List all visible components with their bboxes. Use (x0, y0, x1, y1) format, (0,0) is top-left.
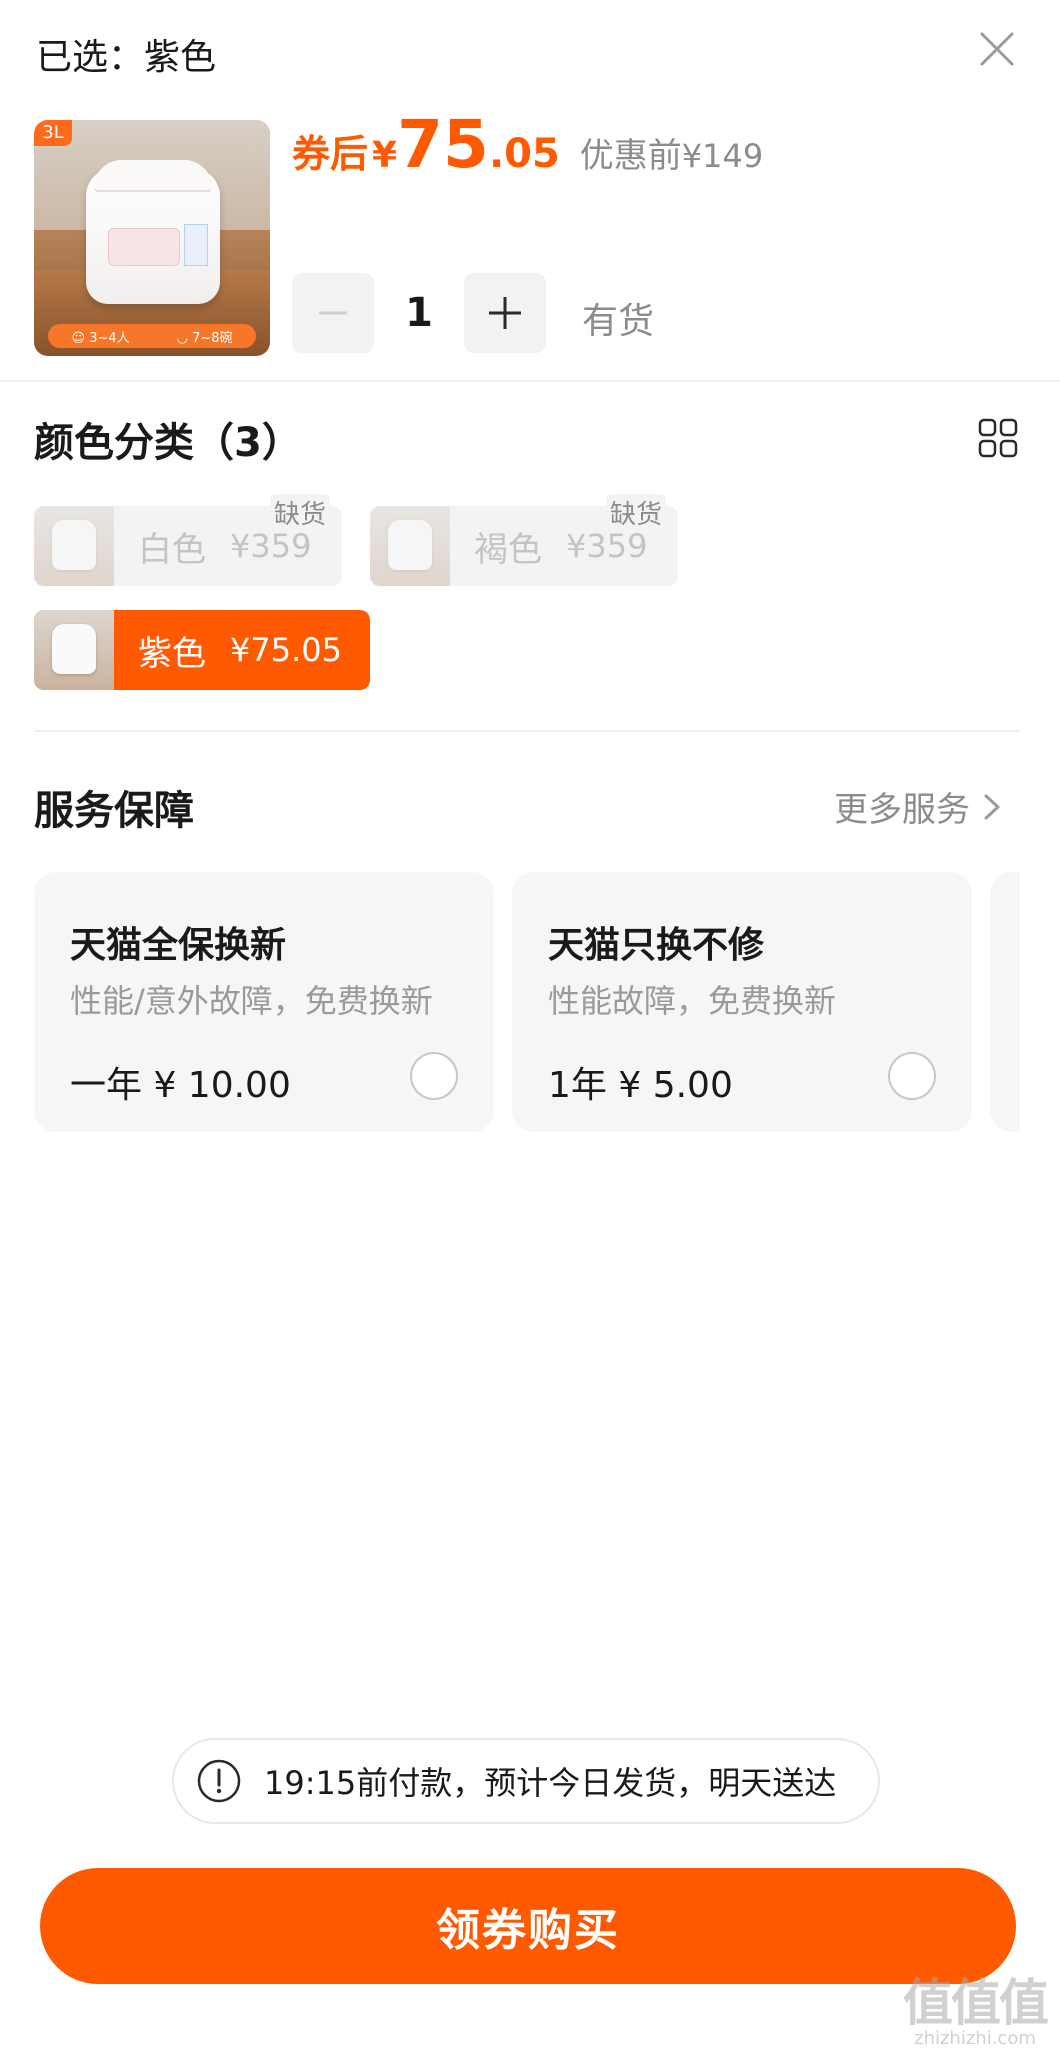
quantity-increase-button[interactable] (464, 273, 546, 353)
product-image[interactable]: 3L ☺ 3~4人 ◡ 7~8碗 (34, 120, 270, 356)
more-services-label: 更多服务 (834, 790, 970, 830)
color-option-purple[interactable]: 紫色 ¥75.05 (34, 610, 370, 690)
person-icon: ☺ (71, 330, 86, 346)
quantity-value[interactable]: 1 (378, 290, 460, 336)
grid-view-toggle[interactable] (978, 418, 1018, 458)
chevron-right-icon (984, 794, 1000, 819)
color-section-title: 颜色分类（3） (34, 420, 302, 466)
service-card-partial[interactable] (990, 872, 1020, 1132)
price-currency: ¥ (372, 135, 398, 176)
option-name: 紫色 (138, 633, 206, 674)
plus-icon (489, 297, 521, 329)
site-watermark: 值值值 zhizhizhi.com (900, 1978, 1050, 2050)
service-card-desc: 性能故障，免费换新 (548, 982, 837, 1020)
rice-cooker-thumb (388, 520, 432, 570)
service-select-radio[interactable] (888, 1052, 936, 1100)
option-thumbnail (34, 610, 114, 690)
section-divider (0, 380, 1060, 382)
rice-cooker-thumb (52, 520, 96, 570)
rice-cooker-thumb (52, 624, 96, 674)
stock-status: 有货 (582, 301, 655, 342)
close-button[interactable] (974, 26, 1020, 72)
minus-icon (319, 311, 347, 315)
option-price: ¥359 (566, 527, 648, 565)
service-card-desc: 性能/意外故障，免费换新 (70, 982, 433, 1020)
selected-variant-text: 已选：紫色 (36, 37, 217, 78)
watermark-url: zhizhizhi.com (914, 2028, 1036, 2049)
rice-cooker-sticker (184, 224, 208, 266)
price-label: 券后 (292, 132, 369, 176)
option-name: 褐色 (474, 529, 542, 570)
bowl-icon: ◡ (176, 330, 188, 346)
section-divider (34, 730, 1020, 732)
service-card-price: 一年 ¥ 10.00 (70, 1065, 291, 1106)
option-price: ¥75.05 (230, 631, 342, 669)
option-thumbnail (370, 506, 450, 586)
close-icon[interactable] (974, 26, 1020, 72)
quantity-decrease-button[interactable] (292, 273, 374, 353)
watermark-logo: 值值值 (903, 1974, 1049, 2032)
info-icon (197, 1759, 241, 1803)
capacity-tag: 3L (34, 120, 72, 146)
people-count: ☺ 3~4人 (71, 330, 130, 346)
rice-cooker-lid-top (94, 160, 212, 192)
option-thumbnail (34, 506, 114, 586)
delivery-notice-text: 19:15前付款，预计今日发货，明天送达 (264, 1764, 837, 1802)
original-price-label: 优惠前 (579, 136, 682, 176)
original-price: ¥149 (681, 137, 764, 175)
option-price: ¥359 (230, 527, 312, 565)
more-services-link[interactable]: 更多服务 (834, 782, 1006, 831)
service-card-title: 天猫只换不修 (548, 925, 765, 966)
service-select-radio[interactable] (410, 1052, 458, 1100)
bowl-count: ◡ 7~8碗 (176, 330, 233, 346)
rice-cooker-panel (108, 228, 180, 266)
out-of-stock-badge: 缺货 (270, 494, 331, 531)
claim-coupon-buy-button[interactable]: 领券购买 (40, 1868, 1016, 1984)
service-section-title: 服务保障 (34, 788, 194, 834)
delivery-notice: 19:15前付款，预计今日发货，明天送达 (172, 1738, 880, 1824)
price-integer: 75 (397, 106, 489, 183)
price-block: 券后 ¥ 75 .05 优惠前 ¥149 (292, 112, 763, 178)
service-card-replace-only[interactable]: 天猫只换不修 性能故障，免费换新 1年 ¥ 5.00 (512, 872, 972, 1132)
out-of-stock-badge: 缺货 (606, 494, 667, 531)
grid-icon[interactable] (978, 418, 1018, 458)
price-decimal: .05 (488, 131, 560, 177)
service-card-price: 1年 ¥ 5.00 (548, 1065, 733, 1106)
service-card-full-protection[interactable]: 天猫全保换新 性能/意外故障，免费换新 一年 ¥ 10.00 (34, 872, 494, 1132)
service-card-title: 天猫全保换新 (70, 925, 287, 966)
option-name: 白色 (138, 529, 206, 570)
image-info-bar: ☺ 3~4人 ◡ 7~8碗 (48, 324, 256, 348)
